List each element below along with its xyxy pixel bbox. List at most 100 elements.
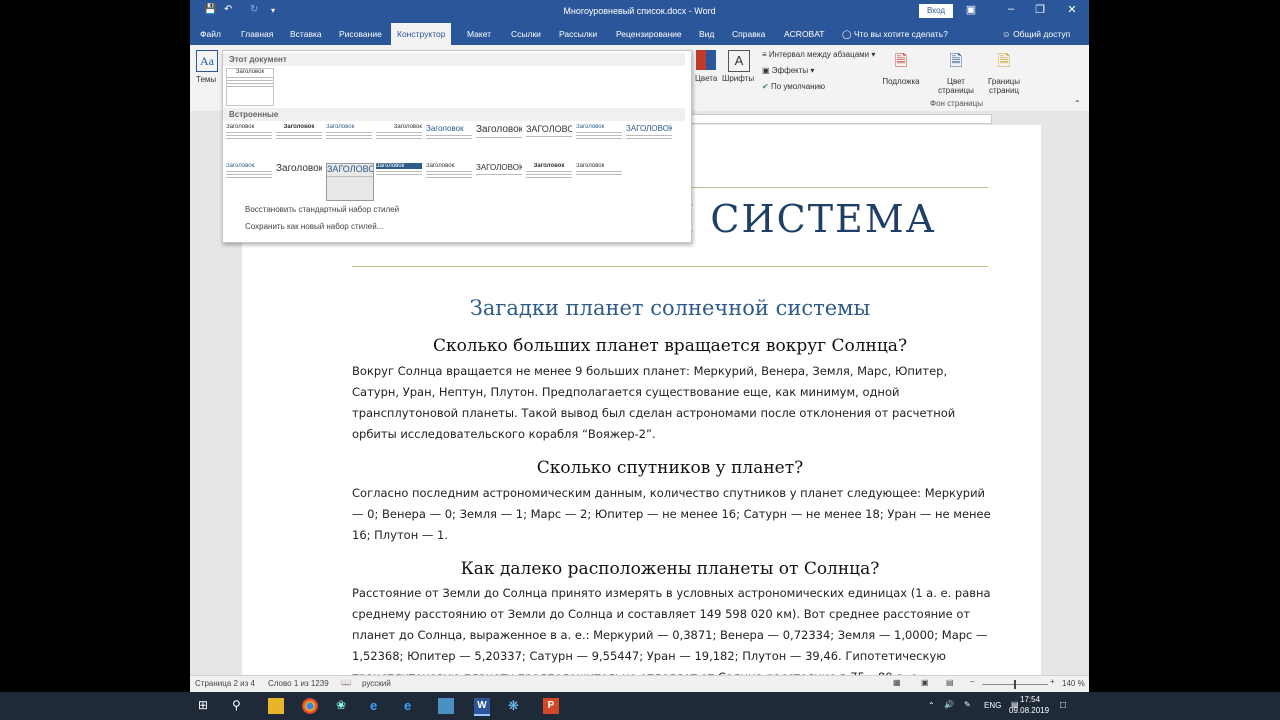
tab-file[interactable]: Файл: [194, 23, 227, 45]
window-title: Многоуровневый список.docx - Word: [563, 6, 716, 16]
clock-date[interactable]: 09.08.2019: [1009, 706, 1049, 715]
style-thumb[interactable]: Заголовок: [426, 163, 472, 199]
start-icon[interactable]: ⊞: [198, 698, 214, 714]
powerpoint-icon[interactable]: P: [543, 698, 559, 714]
status-bar: Страница 2 из 4 Слово 1 из 1239 📖 русски…: [190, 675, 1089, 692]
paragraph-distances: Расстояние от Земли до Солнца принято из…: [352, 586, 991, 684]
web-layout-icon[interactable]: ▤: [946, 678, 954, 687]
set-default-button[interactable]: ✔ По умолчанию: [762, 82, 825, 91]
style-thumb-hovered[interactable]: Заголовок: [326, 163, 374, 201]
tab-mailings[interactable]: Рассылки: [553, 23, 603, 45]
app-icon[interactable]: [438, 698, 454, 714]
paragraph-planets: Вокруг Солнца вращается не менее 9 больш…: [352, 364, 956, 441]
watermark-button[interactable]: 🗎 Подложка: [876, 50, 926, 86]
language-indicator[interactable]: русский: [362, 679, 391, 688]
tab-insert[interactable]: Вставка: [284, 23, 328, 45]
minimize-icon[interactable]: –: [1001, 3, 1021, 19]
style-thumb[interactable]: Заголовок: [376, 163, 422, 199]
read-mode-icon[interactable]: ▦: [893, 678, 901, 687]
ribbon-tabs: Файл Главная Вставка Рисование Конструкт…: [190, 23, 1089, 45]
style-thumb[interactable]: Заголовок: [476, 124, 522, 160]
volume-icon[interactable]: 🔊: [944, 700, 954, 709]
tab-home[interactable]: Главная: [235, 23, 279, 45]
style-thumb[interactable]: Заголовок: [576, 163, 622, 199]
style-thumb[interactable]: Заголовок: [226, 124, 272, 160]
tray-chevron-icon[interactable]: ⌃: [928, 701, 935, 710]
sign-in-button[interactable]: Вход: [919, 4, 953, 18]
themes-icon[interactable]: Aa: [196, 50, 218, 72]
style-thumb[interactable]: Заголовок: [326, 124, 372, 160]
search-icon[interactable]: ⚲: [232, 698, 248, 714]
paragraph-spacing-button[interactable]: ≡ Интервал между абзацами ▾: [762, 50, 875, 59]
tab-help[interactable]: Справка: [726, 23, 771, 45]
zoom-level[interactable]: 140 %: [1062, 679, 1085, 688]
spacing-label: Интервал между абзацами: [768, 50, 870, 59]
style-set-gallery: Этот документ Заголовок Встроенные Загол…: [222, 50, 692, 243]
clock-time[interactable]: 17:54: [1020, 695, 1040, 704]
word-count[interactable]: Слово 1 из 1239: [268, 679, 329, 688]
watermark-label: Подложка: [882, 77, 920, 86]
colors-icon[interactable]: [696, 50, 716, 70]
zoom-in-icon[interactable]: +: [1050, 677, 1055, 686]
close-icon[interactable]: ✕: [1062, 3, 1082, 19]
page-count[interactable]: Страница 2 из 4: [195, 679, 255, 688]
style-thumb-current[interactable]: Заголовок: [226, 68, 274, 106]
restore-style-set-item[interactable]: Восстановить стандартный набор стилей: [245, 205, 399, 214]
page-color-button[interactable]: 🗎 Цвет страницы: [936, 50, 976, 95]
page-color-icon: 🗎: [949, 53, 963, 70]
tab-layout[interactable]: Макет: [461, 23, 497, 45]
pen-icon[interactable]: ✎: [964, 700, 971, 709]
subtitle: Загадки планет солнечной системы: [469, 296, 871, 320]
style-thumb[interactable]: Заголовок: [226, 163, 272, 199]
tab-review[interactable]: Рецензирование: [610, 23, 688, 45]
ribbon-display-icon[interactable]: ▣: [961, 3, 981, 19]
effects-button[interactable]: ▣ Эффекты ▾: [762, 66, 814, 75]
tab-acrobat[interactable]: ACROBAT: [778, 23, 830, 45]
zoom-out-icon[interactable]: –: [970, 677, 974, 686]
heading-planets-count: Сколько больших планет вращается вокруг …: [432, 336, 908, 356]
colors-label[interactable]: Цвета: [695, 74, 717, 83]
fonts-label[interactable]: Шрифты: [722, 74, 754, 83]
style-thumb[interactable]: Заголовок: [626, 124, 672, 160]
tab-view[interactable]: Вид: [693, 23, 720, 45]
tab-references[interactable]: Ссылки: [505, 23, 547, 45]
save-style-set-item[interactable]: Сохранить как новый набор стилей...: [245, 222, 383, 231]
style-thumb[interactable]: Заголовок: [376, 124, 422, 160]
file-explorer-icon[interactable]: [268, 698, 284, 714]
tell-me-box[interactable]: ◯ Что вы хотите сделать?: [836, 23, 954, 45]
notifications-icon[interactable]: □: [1060, 700, 1066, 711]
word-icon[interactable]: W: [474, 698, 490, 716]
effects-label: Эффекты: [771, 66, 809, 75]
style-thumb[interactable]: Заголовок: [276, 124, 322, 160]
page-color-label: Цвет страницы: [938, 77, 974, 95]
input-language[interactable]: ENG: [984, 701, 1001, 710]
watermark-icon: 🗎: [894, 53, 908, 70]
fonts-icon[interactable]: A: [728, 50, 750, 72]
style-thumb[interactable]: Заголовок: [576, 124, 622, 160]
proofing-icon[interactable]: 📖: [341, 678, 351, 687]
heading-satellites: Сколько спутников у планет?: [536, 458, 804, 478]
print-layout-icon[interactable]: ▣: [921, 678, 929, 687]
style-thumb[interactable]: Заголовок: [526, 163, 572, 199]
style-thumb[interactable]: Заголовок: [426, 124, 472, 160]
share-button[interactable]: ☺ Общий доступ: [996, 23, 1076, 45]
zoom-slider-thumb[interactable]: [1014, 680, 1016, 689]
word-window: 💾 ↶ ↻ ▾ Многоуровневый список.docx - Wor…: [190, 0, 1089, 692]
chrome-icon[interactable]: [302, 698, 318, 714]
edge-chromium-icon[interactable]: e: [404, 698, 420, 714]
app-icon[interactable]: ❀: [336, 698, 352, 714]
restore-icon[interactable]: ❐: [1030, 3, 1050, 19]
page-borders-button[interactable]: 🗎 Границы страниц: [982, 50, 1026, 95]
spacing-icon: ≡: [762, 50, 767, 59]
style-thumb[interactable]: Заголовок: [476, 163, 522, 199]
collapse-ribbon-icon[interactable]: ⌃: [1074, 99, 1081, 108]
share-label: Общий доступ: [1013, 29, 1071, 39]
tab-draw[interactable]: Рисование: [333, 23, 388, 45]
paragraph-satellites: Согласно последним астрономическим данны…: [352, 486, 991, 542]
tab-design[interactable]: Конструктор: [391, 23, 452, 45]
style-thumb[interactable]: Заголовок: [276, 163, 322, 199]
style-thumb[interactable]: Заголовок: [526, 124, 572, 160]
themes-label[interactable]: Темы: [196, 75, 216, 84]
edge-icon[interactable]: e: [370, 698, 386, 714]
app-icon[interactable]: ❋: [508, 698, 524, 714]
